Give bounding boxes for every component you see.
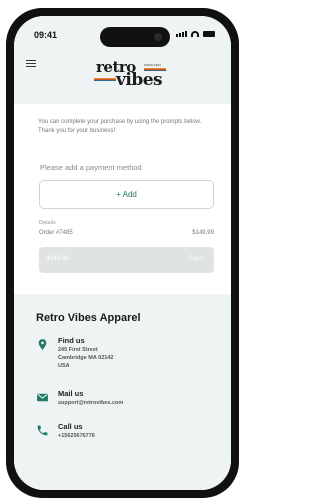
- retro-vibes-logo[interactable]: retro SINCE 1994 vibes: [94, 58, 174, 92]
- status-time: 09:41: [34, 30, 58, 40]
- logo-since: SINCE 1994: [144, 63, 161, 67]
- mail-us-title: Mail us: [58, 389, 84, 398]
- dynamic-island: [100, 27, 170, 47]
- status-indicators: [176, 31, 215, 37]
- pay-button[interactable]: $149.99 Pay >: [39, 247, 214, 273]
- details-label: Details: [39, 220, 56, 226]
- footer-brand: Retro Vibes Apparel: [36, 312, 141, 324]
- find-us-title: Find us: [58, 336, 85, 345]
- menu-icon[interactable]: [26, 60, 36, 67]
- pay-button-amount: $149.99: [47, 256, 69, 262]
- add-payment-button[interactable]: + Add: [39, 180, 214, 209]
- wifi-icon: [191, 31, 199, 37]
- battery-icon: [203, 31, 215, 37]
- phone-frame: 09:41 retro SINCE 1994 vibes You can com…: [6, 8, 239, 498]
- logo-line2: vibes: [116, 70, 163, 90]
- footer: Retro Vibes Apparel Find us 245 First St…: [14, 294, 231, 490]
- address-line: USA: [58, 363, 70, 369]
- status-bar: 09:41: [14, 16, 231, 52]
- app-header: retro SINCE 1994 vibes: [14, 52, 231, 104]
- pay-button-label: Pay >: [188, 256, 204, 262]
- call-us-title: Call us: [58, 422, 83, 431]
- address-line: Cambridge MA 02142: [58, 355, 114, 361]
- phone-icon: [37, 425, 48, 436]
- screen: 09:41 retro SINCE 1994 vibes You can com…: [14, 16, 231, 490]
- payment-method-label: Please add a payment method: [40, 163, 142, 172]
- signal-icon: [176, 31, 187, 37]
- address-line: 245 First Street: [58, 347, 98, 353]
- email-link[interactable]: support@retrovibes.com: [58, 400, 123, 406]
- phone-link[interactable]: +15625676776: [58, 433, 95, 439]
- order-id: Order #7485: [39, 230, 73, 236]
- camera-icon: [154, 33, 162, 41]
- logo-stripe: [94, 78, 116, 81]
- checkout-intro: You can complete your purchase by using …: [38, 119, 202, 134]
- order-amount: $149.99: [192, 230, 214, 236]
- location-pin-icon: [38, 339, 47, 350]
- mail-icon: [37, 393, 48, 402]
